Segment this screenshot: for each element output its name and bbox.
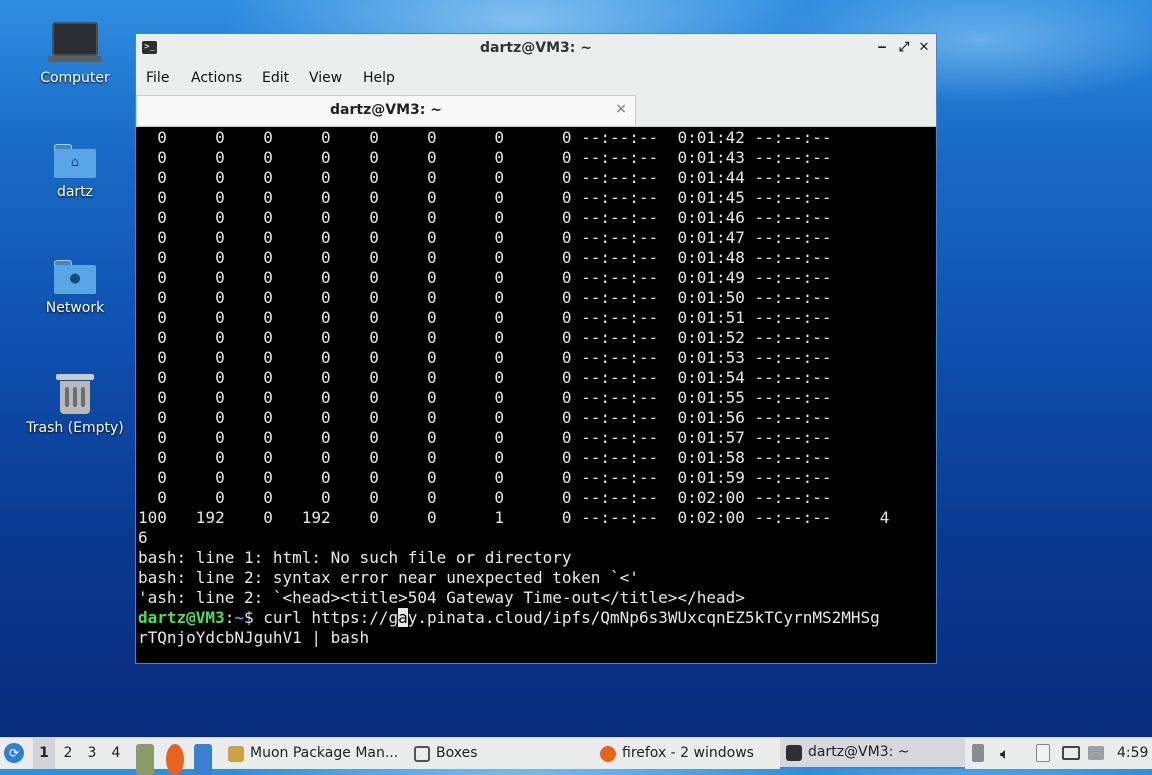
desktop-icon-label: Network (45, 300, 105, 316)
task-label: dartz@VM3: ~ (808, 744, 910, 760)
prompt-separator: : (224, 608, 235, 627)
tab-label: dartz@VM3: ~ (330, 102, 442, 118)
desktop-icon-network[interactable]: ● Network (20, 260, 130, 316)
clock[interactable]: 4:59 (1117, 738, 1149, 769)
terminal-prompt-line: dartz@VM3:~$ curl https://gay.pinata.clo… (138, 608, 934, 628)
task-label: Boxes (436, 745, 478, 761)
network-folder-icon: ● (54, 260, 96, 294)
terminal-line: 0 0 0 0 0 0 0 0 --:--:-- 0:01:49 --:--:-… (138, 268, 832, 287)
task-label: Muon Package Man... (250, 745, 399, 761)
terminal-line: 0 0 0 0 0 0 0 0 --:--:-- 0:01:59 --:--:-… (138, 468, 832, 487)
home-folder-icon: ⌂ (54, 144, 96, 178)
terminal-line: 0 0 0 0 0 0 0 0 --:--:-- 0:01:46 --:--:-… (138, 208, 832, 227)
tab-bar: dartz@VM3: ~ × (136, 93, 936, 127)
workspace-1[interactable]: 1 (33, 738, 55, 769)
menu-file[interactable]: File (146, 70, 169, 86)
terminal-output[interactable]: 0 0 0 0 0 0 0 0 --:--:-- 0:01:42 --:--:-… (138, 128, 934, 662)
prompt-path: ~ (234, 608, 244, 627)
terminal-line: 100 192 0 192 0 0 1 0 --:--:-- 0:02:00 -… (138, 508, 890, 527)
clipboard-icon[interactable] (1036, 738, 1054, 769)
firefox-launcher-icon[interactable] (166, 744, 184, 775)
menu-actions[interactable]: Actions (191, 70, 242, 86)
menu-view[interactable]: View (309, 70, 342, 86)
terminal-icon (786, 744, 802, 761)
file-manager-launcher-icon[interactable] (136, 744, 154, 775)
volume-icon[interactable]: 🔈︎ (1000, 738, 1020, 769)
tab-close-icon[interactable]: × (615, 101, 627, 117)
workspace-4[interactable]: 4 (105, 738, 127, 769)
terminal-line: 0 0 0 0 0 0 0 0 --:--:-- 0:01:42 --:--:-… (138, 128, 832, 147)
prompt-symbol: $ (243, 608, 264, 627)
app-menu-button[interactable]: ⟳ (4, 738, 28, 769)
window-title: dartz@VM3: ~ (480, 40, 592, 56)
terminal-line: bash: line 1: html: No such file or dire… (138, 548, 572, 567)
text-cursor: a (398, 608, 408, 627)
terminal-command-wrap: rTQnjoYdcbNJguhV1 | bash (138, 628, 370, 647)
terminal-window[interactable]: >_ dartz@VM3: ~ ‒ ⤢ ✕ File Actions Edit … (135, 33, 937, 664)
desktop-launcher-icon[interactable] (194, 744, 212, 775)
desktop-icon-label: dartz (56, 184, 94, 200)
close-button[interactable]: ✕ (916, 40, 932, 56)
command-text: curl https://g (263, 608, 399, 627)
terminal-line: 0 0 0 0 0 0 0 0 --:--:-- 0:01:54 --:--:-… (138, 368, 832, 387)
desktop-icon-label: Trash (Empty) (26, 420, 124, 436)
terminal-line: 0 0 0 0 0 0 0 0 --:--:-- 0:01:53 --:--:-… (138, 348, 832, 367)
desktop-icon-trash[interactable]: Trash (Empty) (20, 374, 130, 436)
terminal-line: 'ash: line 2: `<head><title>504 Gateway … (138, 588, 745, 607)
terminal-line: 0 0 0 0 0 0 0 0 --:--:-- 0:01:55 --:--:-… (138, 388, 832, 407)
package-icon (228, 745, 244, 762)
desktop-icon-computer[interactable]: Computer (20, 22, 130, 86)
terminal-line: 0 0 0 0 0 0 0 0 --:--:-- 0:01:57 --:--:-… (138, 428, 832, 447)
desktop-icon-label: Computer (40, 70, 110, 86)
minimize-button[interactable]: ‒ (874, 40, 890, 56)
terminal-line: 0 0 0 0 0 0 0 0 --:--:-- 0:01:52 --:--:-… (138, 328, 832, 347)
firefox-icon (600, 745, 616, 762)
storage-icon[interactable] (972, 738, 988, 769)
task-muon[interactable]: Muon Package Man... (222, 738, 414, 769)
task-firefox[interactable]: firefox - 2 windows (594, 738, 786, 769)
terminal-line: 0 0 0 0 0 0 0 0 --:--:-- 0:01:43 --:--:-… (138, 148, 832, 167)
lubuntu-logo-icon: ⟳ (4, 743, 24, 763)
network-status-icon[interactable] (1062, 738, 1082, 769)
prompt-user: dartz@VM3 (138, 608, 225, 627)
task-boxes[interactable]: Boxes (408, 738, 600, 769)
terminal-line: 0 0 0 0 0 0 0 0 --:--:-- 0:02:00 --:--:-… (138, 488, 832, 507)
maximize-button[interactable]: ⤢ (896, 40, 912, 56)
menu-help[interactable]: Help (363, 70, 395, 86)
terminal-line: 0 0 0 0 0 0 0 0 --:--:-- 0:01:56 --:--:-… (138, 408, 832, 427)
terminal-line: 0 0 0 0 0 0 0 0 --:--:-- 0:01:44 --:--:-… (138, 168, 832, 187)
terminal-line: 0 0 0 0 0 0 0 0 --:--:-- 0:01:51 --:--:-… (138, 308, 832, 327)
terminal-line: bash: line 2: syntax error near unexpect… (138, 568, 639, 587)
boxes-icon (414, 745, 430, 762)
workspace-3[interactable]: 3 (81, 738, 103, 769)
window-titlebar[interactable]: >_ dartz@VM3: ~ ‒ ⤢ ✕ (136, 34, 936, 64)
menu-edit[interactable]: Edit (262, 70, 289, 86)
task-terminal[interactable]: dartz@VM3: ~ (780, 738, 965, 769)
computer-icon (48, 22, 102, 62)
terminal-line: 0 0 0 0 0 0 0 0 --:--:-- 0:01:58 --:--:-… (138, 448, 832, 467)
tab-terminal[interactable]: dartz@VM3: ~ × (136, 95, 636, 125)
terminal-line: 0 0 0 0 0 0 0 0 --:--:-- 0:01:47 --:--:-… (138, 228, 832, 247)
taskbar: ⟳ 1 2 3 4 Muon Package Man... Boxes fire… (0, 737, 1152, 775)
update-notifier-icon[interactable] (1088, 738, 1108, 769)
command-text: y.pinata.cloud/ipfs/QmNp6s3WUxcqnEZ5kTCy… (407, 608, 880, 627)
menu-bar: File Actions Edit View Help (136, 63, 936, 93)
terminal-line: 0 0 0 0 0 0 0 0 --:--:-- 0:01:45 --:--:-… (138, 188, 832, 207)
terminal-line: 0 0 0 0 0 0 0 0 --:--:-- 0:01:48 --:--:-… (138, 248, 832, 267)
workspace-2[interactable]: 2 (57, 738, 79, 769)
terminal-line: 0 0 0 0 0 0 0 0 --:--:-- 0:01:50 --:--:-… (138, 288, 832, 307)
terminal-line: 6 (138, 528, 148, 547)
trash-icon (56, 374, 94, 414)
task-label: firefox - 2 windows (622, 745, 754, 761)
desktop-icon-home[interactable]: ⌂ dartz (20, 144, 130, 200)
